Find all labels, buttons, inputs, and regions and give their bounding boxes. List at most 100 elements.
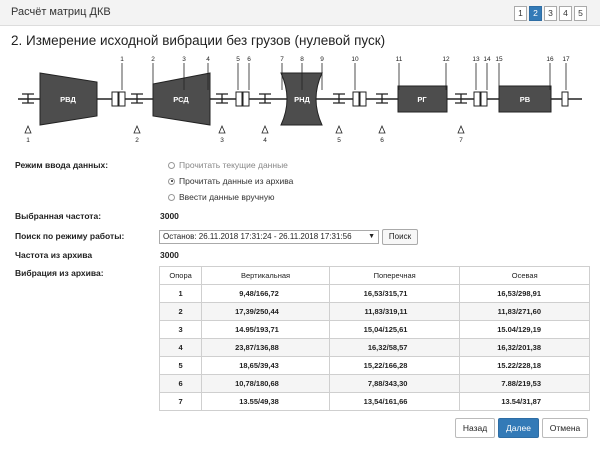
coupling-2 <box>235 91 243 107</box>
table-header-row: Опора Вертикальная Поперечная Осевая <box>158 266 590 285</box>
cell-support: 4 <box>158 338 203 357</box>
cell-transverse: 13,54/161,66 <box>328 392 461 411</box>
rotor-rvd-label: РВД <box>60 95 76 104</box>
cell-vertical: 9,48/166,72 <box>201 284 330 303</box>
radio-read-current[interactable]: Прочитать текущие данные <box>168 160 288 170</box>
frequency-label: Выбранная частота: <box>15 211 102 221</box>
point-number: 6 <box>247 56 251 63</box>
coupling-5 <box>561 91 569 107</box>
step-4-button[interactable]: 4 <box>559 6 572 21</box>
point-number: 8 <box>300 56 304 63</box>
cell-transverse: 16,53/315,71 <box>328 284 461 303</box>
table-row: 1 9,48/166,72 16,53/315,71 16,53/298,91 <box>158 284 590 303</box>
bearing-number: 4 <box>263 137 267 144</box>
point-number: 12 <box>442 56 450 63</box>
cell-transverse: 7,88/343,30 <box>328 374 461 393</box>
archive-frequency-value: 3000 <box>160 250 179 260</box>
cell-support: 5 <box>158 356 203 375</box>
point-number: 10 <box>351 56 359 63</box>
radio-circle-selected <box>168 177 175 185</box>
cell-vertical: 13.55/49,38 <box>201 392 330 411</box>
cell-vertical: 18,65/39,43 <box>201 356 330 375</box>
point-number: 16 <box>546 56 554 63</box>
point-number: 17 <box>562 56 570 63</box>
bearing-numbers: 1 2 3 4 5 6 7 <box>26 137 463 144</box>
step-2-button[interactable]: 2 <box>529 6 542 21</box>
cell-vertical: 17,39/250,44 <box>201 302 330 321</box>
bearing-number: 3 <box>220 137 224 144</box>
cell-support: 3 <box>158 320 203 339</box>
search-button[interactable]: Поиск <box>382 229 418 245</box>
cell-support: 7 <box>158 392 203 411</box>
cell-vertical: 14.95/193,71 <box>201 320 330 339</box>
point-number: 9 <box>320 56 324 63</box>
cell-support: 2 <box>158 302 203 321</box>
step-5-button[interactable]: 5 <box>574 6 587 21</box>
input-mode-label: Режим ввода данных: <box>15 160 109 170</box>
table-row: 4 23,87/136,88 16,32/58,57 16,32/201,38 <box>158 338 590 357</box>
rotor-rnd-label: РНД <box>294 95 310 104</box>
table-row: 3 14.95/193,71 15,04/125,61 15.04/129,19 <box>158 320 590 339</box>
point-number: 3 <box>182 56 186 63</box>
cancel-button[interactable]: Отмена <box>542 418 588 438</box>
cell-axial: 16,53/298,91 <box>459 284 590 303</box>
point-number: 5 <box>236 56 240 63</box>
coupling-3b <box>359 91 367 107</box>
bearing-number: 6 <box>380 137 384 144</box>
vibration-table: Опора Вертикальная Поперечная Осевая 1 9,… <box>158 266 590 411</box>
top-numbers: 1 2 3 4 5 6 7 8 9 10 11 12 13 14 15 16 1… <box>120 56 570 63</box>
point-number: 14 <box>483 56 491 63</box>
radio-circle <box>168 193 175 201</box>
radio-label: Прочитать данные из архива <box>179 176 294 186</box>
page-heading: 2. Измерение исходной вибрации без грузо… <box>11 33 386 48</box>
radio-read-archive[interactable]: Прочитать данные из архива <box>168 176 293 186</box>
bearing-number: 5 <box>337 137 341 144</box>
mode-select[interactable]: Останов: 26.11.2018 17:31:24 - 26.11.201… <box>159 230 379 244</box>
coupling-2b <box>242 91 250 107</box>
radio-circle <box>168 161 175 169</box>
column-header-vertical: Вертикальная <box>201 266 330 285</box>
cell-vertical: 10,78/180,68 <box>201 374 330 393</box>
turbine-shaft-scheme: РВД РСД РНД РГ РВ 1 2 3 4 5 6 7 8 9 10 1… <box>18 56 582 144</box>
table-row: 2 17,39/250,44 11,83/319,11 11,83/271,60 <box>158 302 590 321</box>
cell-transverse: 15,22/166,28 <box>328 356 461 375</box>
chevron-down-icon: ▼ <box>368 233 375 240</box>
radio-label: Прочитать текущие данные <box>179 160 288 170</box>
column-header-transverse: Поперечная <box>328 266 461 285</box>
radio-manual-entry[interactable]: Ввести данные вручную <box>168 192 275 202</box>
bearing-number: 1 <box>26 137 30 144</box>
title-bar: Расчёт матриц ДКВ 1 2 3 4 5 <box>0 0 600 26</box>
rotor-rsd-label: РСД <box>173 95 189 104</box>
table-row: 6 10,78/180,68 7,88/343,30 7.88/219,53 <box>158 374 590 393</box>
cell-axial: 7.88/219,53 <box>459 374 590 393</box>
bearing-arrows <box>24 124 465 134</box>
radio-label: Ввести данные вручную <box>179 192 275 202</box>
cell-transverse: 15,04/125,61 <box>328 320 461 339</box>
point-number: 11 <box>396 56 403 63</box>
search-mode-label: Поиск по режиму работы: <box>15 231 125 241</box>
rotor-rv-label: РВ <box>520 95 531 104</box>
rotor-rg-label: РГ <box>417 95 427 104</box>
point-number: 7 <box>280 56 284 63</box>
cell-axial: 15.04/129,19 <box>459 320 590 339</box>
table-row: 7 13.55/49,38 13,54/161,66 13.54/31,87 <box>158 392 590 411</box>
column-header-support: Опора <box>158 266 203 285</box>
archive-vibration-label: Вибрация из архива: <box>15 268 104 278</box>
cell-axial: 13.54/31,87 <box>459 392 590 411</box>
back-button[interactable]: Назад <box>455 418 495 438</box>
table-row: 5 18,65/39,43 15,22/166,28 15.22/228,18 <box>158 356 590 375</box>
archive-frequency-label: Частота из архива <box>15 250 93 260</box>
step-pager: 1 2 3 4 5 <box>514 6 587 21</box>
point-number: 15 <box>495 56 503 63</box>
coupling-1 <box>111 91 119 107</box>
step-1-button[interactable]: 1 <box>514 6 527 21</box>
next-button[interactable]: Далее <box>498 418 539 438</box>
step-3-button[interactable]: 3 <box>544 6 557 21</box>
bearing-number: 2 <box>135 137 139 144</box>
coupling-4 <box>473 91 481 107</box>
mode-select-value: Останов: 26.11.2018 17:31:24 - 26.11.201… <box>163 232 352 241</box>
frequency-value: 3000 <box>160 211 179 221</box>
cell-support: 1 <box>158 284 203 303</box>
coupling-3 <box>352 91 360 107</box>
cell-transverse: 16,32/58,57 <box>328 338 461 357</box>
